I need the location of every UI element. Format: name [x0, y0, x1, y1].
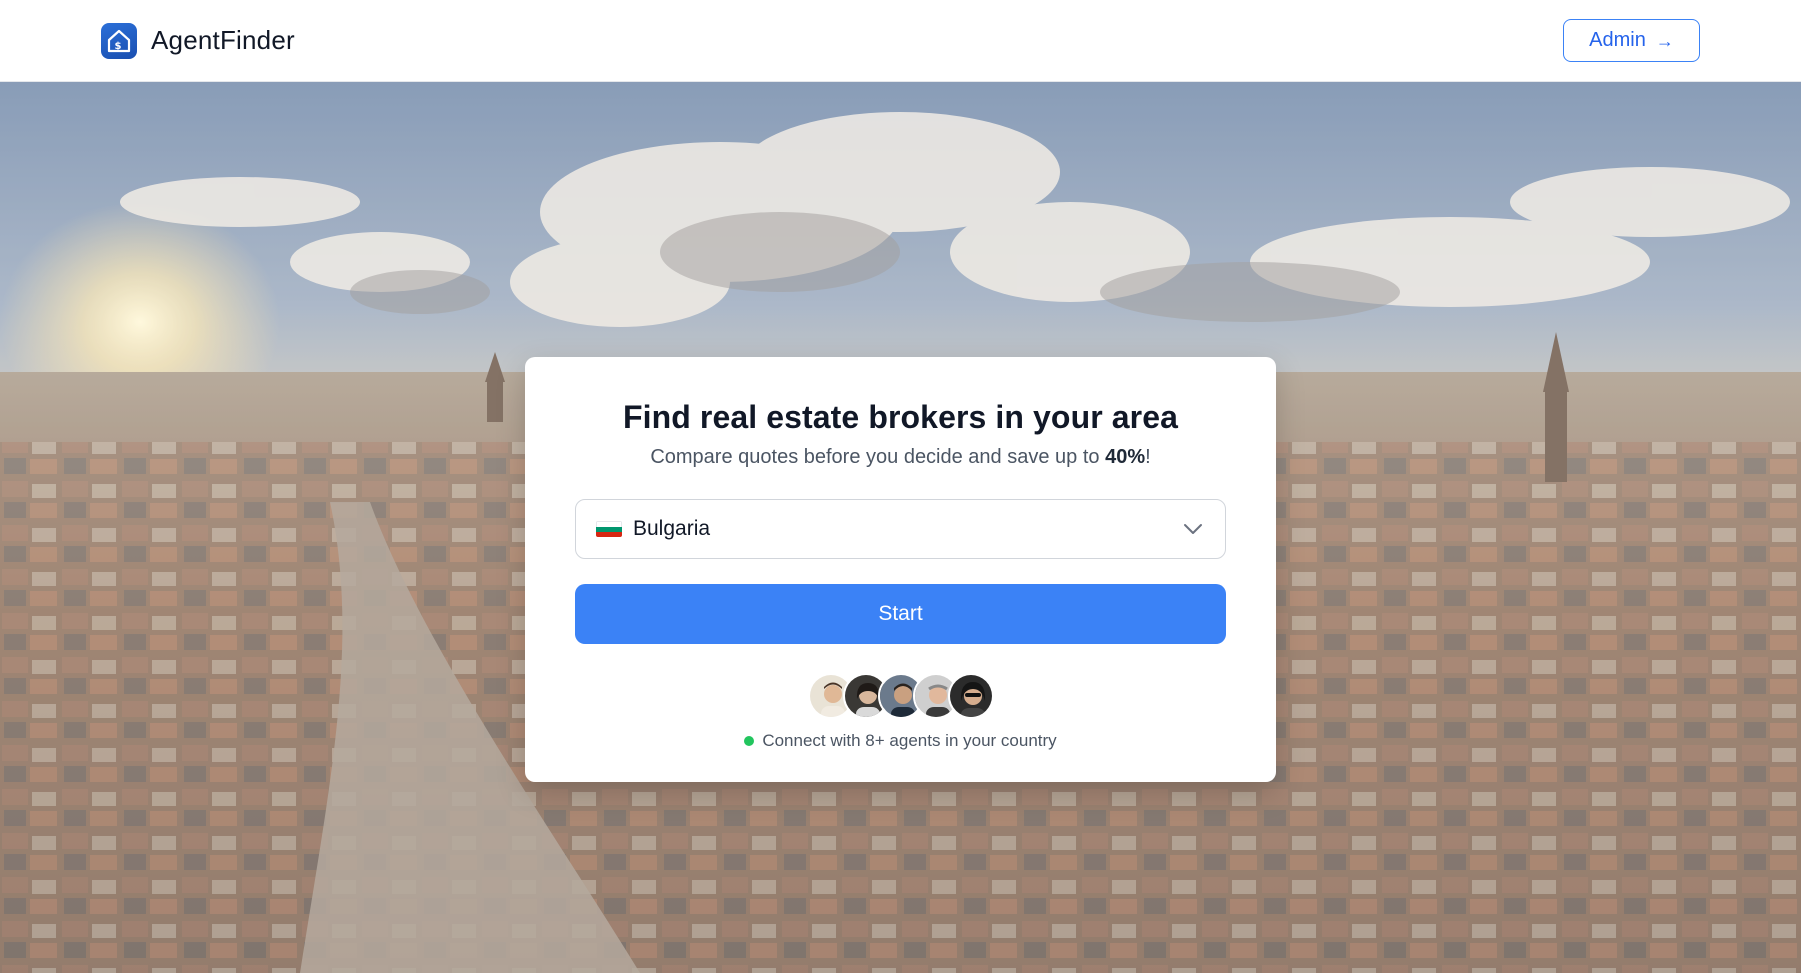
admin-button[interactable]: Admin → — [1563, 19, 1700, 62]
page-subtitle: Compare quotes before you decide and sav… — [650, 446, 1150, 469]
brand-name: AgentFinder — [151, 25, 295, 55]
subtitle-text: Compare quotes before you decide and sav… — [650, 446, 1106, 468]
brand[interactable]: $ AgentFinder — [101, 22, 295, 59]
start-button[interactable]: Start — [575, 584, 1226, 644]
arrow-right-icon: → — [1655, 30, 1674, 51]
svg-text:$: $ — [115, 41, 122, 52]
avatar — [947, 673, 994, 719]
country-select[interactable]: Bulgaria — [575, 499, 1226, 559]
online-status-dot-icon — [744, 736, 755, 746]
bulgaria-flag-icon — [596, 521, 622, 537]
top-nav: $ AgentFinder Admin → — [0, 0, 1801, 82]
search-card: Find real estate brokers in your area Co… — [525, 357, 1276, 782]
chevron-down-icon — [1181, 517, 1205, 541]
page-title: Find real estate brokers in your area — [622, 399, 1179, 435]
agents-availability: Connect with 8+ agents in your country — [744, 731, 1057, 751]
subtitle-suffix: ! — [1145, 446, 1151, 468]
savings-highlight: 40% — [1105, 446, 1146, 468]
agent-avatars — [807, 673, 994, 719]
selected-country: Bulgaria — [633, 517, 711, 540]
house-dollar-logo-icon: $ — [101, 22, 137, 59]
admin-label: Admin — [1589, 29, 1646, 51]
agents-count-text: Connect with 8+ agents in your country — [762, 731, 1057, 750]
